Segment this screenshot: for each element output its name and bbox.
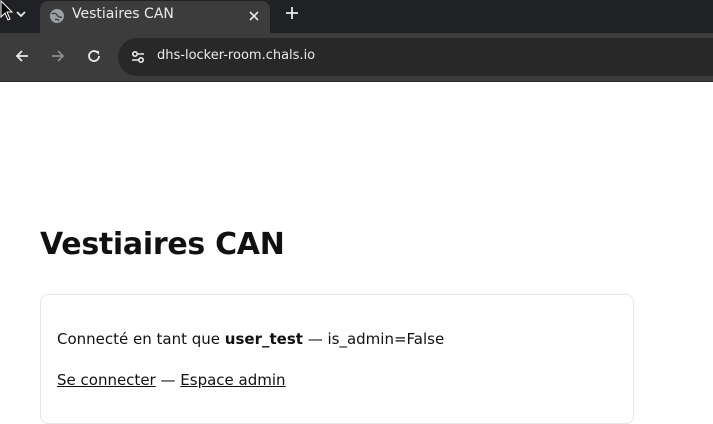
login-link[interactable]: Se connecter <box>57 371 156 389</box>
site-info-icon[interactable] <box>129 48 147 66</box>
reload-icon[interactable] <box>85 47 103 65</box>
session-card: Connecté en tant que user_test — is_admi… <box>40 294 634 424</box>
username: user_test <box>224 330 303 348</box>
nav-links: Se connecter — Espace admin <box>57 371 286 389</box>
address-bar[interactable]: dhs-locker-room.chals.io <box>118 38 713 76</box>
admin-flag: is_admin=False <box>327 330 445 348</box>
tab-menu-chevron-icon[interactable] <box>14 6 28 22</box>
cursor-icon <box>0 0 14 21</box>
back-arrow-icon[interactable] <box>13 47 31 65</box>
browser-chrome: Vestiaires CAN dhs-locker-room.chals.io <box>0 0 713 82</box>
close-icon[interactable] <box>248 10 260 22</box>
toolbar: dhs-locker-room.chals.io <box>0 33 713 81</box>
plus-icon[interactable] <box>285 6 299 20</box>
login-status: Connecté en tant que user_test — is_admi… <box>57 330 444 348</box>
admin-link[interactable]: Espace admin <box>180 371 285 389</box>
tab-strip: Vestiaires CAN <box>0 0 713 33</box>
globe-icon <box>50 9 64 23</box>
forward-arrow-icon[interactable] <box>49 47 67 65</box>
tab-active[interactable]: Vestiaires CAN <box>40 1 270 33</box>
page-title: Vestiaires CAN <box>40 227 285 262</box>
status-prefix: Connecté en tant que <box>57 330 221 348</box>
tab-title: Vestiaires CAN <box>72 6 174 22</box>
links-separator: — <box>160 371 176 389</box>
url-text: dhs-locker-room.chals.io <box>157 48 316 63</box>
status-separator: — <box>307 330 323 348</box>
